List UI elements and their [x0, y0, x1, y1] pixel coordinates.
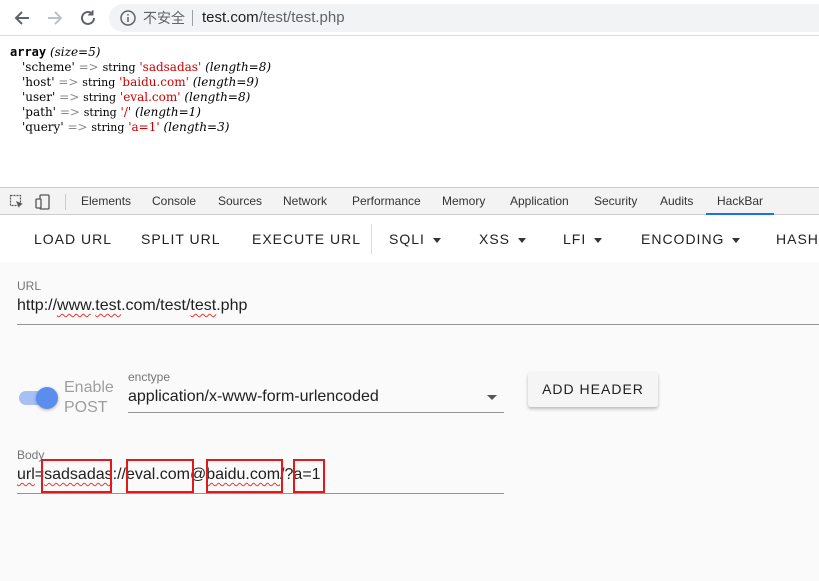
tab-hackbar[interactable]: HackBar [706, 188, 775, 215]
enctype-select[interactable]: application/x-www-form-urlencoded [128, 388, 379, 406]
omnibox-divider [192, 10, 193, 26]
devtools-divider [65, 194, 66, 210]
caret-down-icon [594, 237, 603, 243]
tab-memory[interactable]: Memory [442, 188, 485, 215]
hackbar-toolbar: LOAD URL SPLIT URL EXECUTE URL SQLI XSS … [0, 216, 819, 262]
info-icon[interactable] [120, 10, 136, 26]
encoding-menu-button[interactable]: ENCODING [641, 230, 741, 248]
tab-audits[interactable]: Audits [660, 188, 693, 215]
sqli-menu-button[interactable]: SQLI [389, 230, 441, 248]
url-field-label: URL [17, 279, 42, 293]
execute-url-button[interactable]: EXECUTE URL [252, 230, 361, 248]
xss-menu-button[interactable]: XSS [479, 230, 527, 248]
tab-security[interactable]: Security [594, 188, 637, 215]
encoding-label: ENCODING [641, 231, 725, 247]
caret-down-icon [518, 237, 527, 243]
url-display[interactable]: test.com/test/test.php [202, 10, 345, 26]
browser-toolbar: 不安全 test.com/test/test.php [0, 0, 819, 36]
highlight-query-box [293, 459, 325, 493]
back-arrow-icon[interactable] [11, 7, 33, 29]
url-host: test.com [202, 9, 259, 26]
xss-label: XSS [479, 231, 511, 247]
enable-post-label: Enable POST [64, 379, 114, 416]
highlight-scheme-box [41, 459, 112, 493]
enctype-label: enctype [128, 370, 171, 384]
split-url-button[interactable]: SPLIT URL [141, 230, 221, 248]
tab-console[interactable]: Console [152, 188, 196, 215]
highlight-user-box [126, 459, 194, 493]
var-dump-output: array (size=5)'scheme' => string 'sadsad… [10, 45, 271, 135]
url-input[interactable]: http://www.test.com/test/test.php [17, 297, 247, 315]
caret-down-icon [432, 237, 441, 243]
hash-menu-button[interactable]: HASH [776, 230, 819, 248]
add-header-button[interactable]: ADD HEADER [528, 372, 658, 407]
inspect-element-icon[interactable] [9, 194, 25, 210]
tab-network[interactable]: Network [283, 188, 327, 215]
tab-elements[interactable]: Elements [81, 188, 131, 215]
toolbar-divider [371, 224, 372, 254]
tab-performance[interactable]: Performance [352, 188, 421, 215]
highlight-host-box [206, 459, 283, 493]
tab-sources[interactable]: Sources [218, 188, 262, 215]
url-input-underline [17, 324, 819, 325]
dropdown-arrow-icon[interactable] [487, 395, 497, 400]
body-input-underline [17, 493, 504, 494]
url-path: /test/test.php [258, 9, 345, 26]
caret-down-icon [732, 237, 741, 243]
devtools-tab-bar: Elements Console Sources Network Perform… [0, 187, 819, 215]
forward-arrow-icon[interactable] [44, 7, 66, 29]
dump-row: 'scheme' => string 'sadsadas' (length=8) [22, 60, 272, 74]
tab-application[interactable]: Application [510, 188, 569, 215]
sqli-label: SQLI [389, 231, 425, 247]
dump-header: array (size=5) [10, 45, 101, 59]
device-toolbar-icon[interactable] [35, 194, 51, 210]
address-bar[interactable]: 不安全 test.com/test/test.php [109, 4, 819, 32]
enctype-underline [128, 412, 504, 413]
toggle-knob[interactable] [36, 387, 58, 409]
load-url-button[interactable]: LOAD URL [34, 230, 112, 248]
dump-row: 'query' => string 'a=1' (length=3) [22, 120, 230, 134]
dump-row: 'user' => string 'eval.com' (length=8) [22, 90, 251, 104]
reload-icon[interactable] [77, 7, 99, 29]
insecure-label[interactable]: 不安全 [143, 10, 185, 26]
dump-row: 'host' => string 'baidu.com' (length=9) [22, 75, 259, 89]
hackbar-panel: URL http://www.test.com/test/test.php En… [0, 262, 819, 581]
lfi-label: LFI [563, 231, 587, 247]
dump-row: 'path' => string '/' (length=1) [22, 105, 201, 119]
lfi-menu-button[interactable]: LFI [563, 230, 603, 248]
